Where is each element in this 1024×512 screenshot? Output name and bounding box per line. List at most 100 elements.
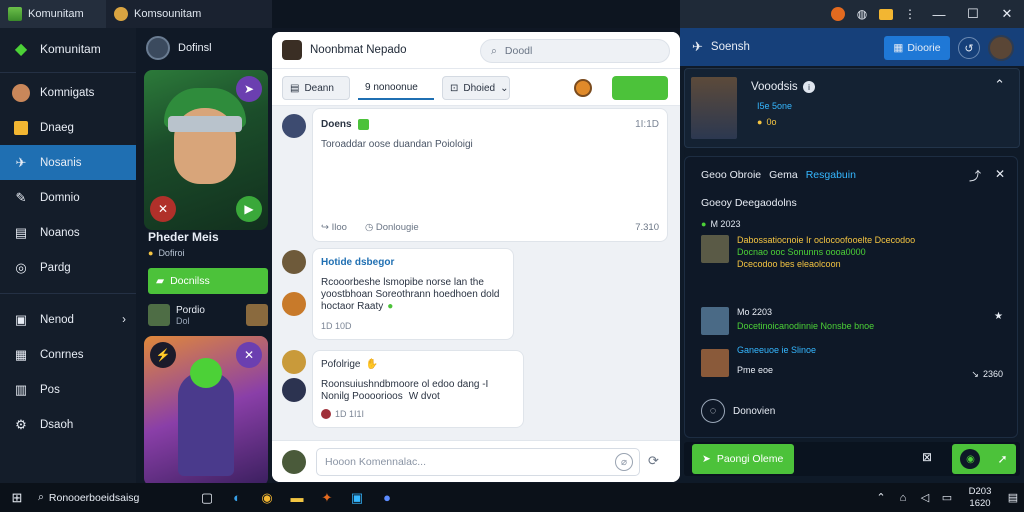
window-tab[interactable]: Komunitam <box>0 0 106 28</box>
sword-badge-icon[interactable]: ✕ <box>150 196 176 222</box>
profile-name: Vooodsis <box>751 81 798 93</box>
sidebar-brand[interactable]: ◆ Komunitam <box>0 28 136 70</box>
divider <box>0 293 136 294</box>
arrow-icon: ↘ <box>971 369 979 379</box>
shield-icon[interactable] <box>826 0 850 28</box>
detail-header-c[interactable]: Resgabuin <box>806 169 856 181</box>
detail-panel: Geoo Obroie Gema Resgabuin ⤴ ✕ Goeoy Dee… <box>684 156 1018 438</box>
feed-item[interactable]: Mo 2203 Docetinoicanodinnie Nonsbe bnoe … <box>701 307 1007 337</box>
warrior-card-image[interactable]: ⚡ ✕ <box>144 336 268 486</box>
player-row[interactable]: Pordio Dol <box>148 298 268 332</box>
more-icon[interactable]: ⋮ <box>898 0 922 28</box>
game-header[interactable]: Dofinsl <box>146 36 212 60</box>
sidebar-item-pardg[interactable]: ◎ Pardg <box>0 250 136 285</box>
close-icon[interactable]: ✕ <box>990 0 1024 28</box>
windows-start-icon[interactable]: ⊞ <box>2 483 32 512</box>
hero-sub-label: Dofiroi <box>158 248 185 258</box>
logo-icon: ◆ <box>14 41 28 58</box>
sidebar-item-nosanis[interactable]: ✈ Nosanis <box>0 145 136 180</box>
chrome-icon[interactable]: ◉ <box>252 483 282 512</box>
minimize-icon[interactable]: — <box>922 0 956 28</box>
monitor-icon: ▣ <box>14 311 28 327</box>
chevron-up-icon[interactable]: ⌃ <box>994 77 1005 93</box>
send-icon[interactable]: ➚ <box>997 452 1007 466</box>
sidebar-item-komnigats[interactable]: Komnigats <box>0 75 136 110</box>
bookmark-label: Donlougie <box>375 222 419 233</box>
sidebar-item-domnio[interactable]: ✎ Domnio <box>0 180 136 215</box>
sword-badge-icon[interactable]: ✕ <box>236 342 262 368</box>
star-icon[interactable]: ★ <box>994 311 1003 322</box>
search-input[interactable]: ⌕ Doodl <box>480 39 670 63</box>
primary-button[interactable]: ▦ Dioorie <box>884 36 950 60</box>
bookmark-button[interactable]: ◷ Donlougie <box>365 222 419 233</box>
notification-icon[interactable]: ▤ <box>1002 483 1024 512</box>
feed-item[interactable]: ◌ Donovien <box>701 397 1007 425</box>
emoji-icon: ● <box>387 301 394 312</box>
hero-card-image[interactable]: ➤ ✕ ▶ <box>144 70 268 230</box>
lightning-badge-icon[interactable]: ⚡ <box>150 342 176 368</box>
profile-card[interactable]: Vooodsis i I5e 5one ● 0o ⌃ <box>684 68 1020 148</box>
message-input[interactable]: Hooon Komennalac... ⌀ <box>316 448 640 476</box>
play-badge-icon[interactable]: ▶ <box>236 196 262 222</box>
expand-icon[interactable]: ⊠ <box>922 450 932 464</box>
green-cta-button[interactable]: ▰ Docnilss <box>148 268 268 294</box>
feed-item[interactable]: ● M 2023 Dabossatiocnoie Ir oclocoofooel… <box>701 219 1007 281</box>
chevron-right-icon: › <box>122 313 126 326</box>
green-action-button[interactable] <box>612 76 668 100</box>
refresh-icon[interactable]: ⟳ <box>648 453 659 469</box>
battery-icon[interactable]: ▭ <box>936 483 958 512</box>
chevron-up-icon[interactable]: ⌃ <box>870 483 892 512</box>
sidebar-item-conrnes[interactable]: ▦ Conrnes <box>0 337 136 372</box>
app-icon[interactable]: ● <box>372 483 402 512</box>
store-icon[interactable]: ▣ <box>342 483 372 512</box>
sidebar-item-noanos[interactable]: ▤ Noanos <box>0 215 136 250</box>
attach-icon[interactable]: ⌀ <box>615 453 633 471</box>
tab-label: 9 nonoonue <box>365 81 418 93</box>
window-tab[interactable]: Komsounitam <box>106 0 209 28</box>
avatar[interactable] <box>988 35 1014 61</box>
shop-icon <box>12 119 30 137</box>
cursor-badge-icon[interactable]: ➤ <box>236 76 262 102</box>
maximize-icon[interactable]: ☐ <box>956 0 990 28</box>
message-card: Hotide dsbegor Rcooorbeshe lsmopibe nors… <box>312 248 514 340</box>
avatar <box>282 250 306 274</box>
globe-icon[interactable]: ◍ <box>850 0 874 28</box>
sidebar-item-label: Pardg <box>40 261 71 274</box>
edge-icon[interactable]: ◐ <box>222 483 252 512</box>
pin-icon[interactable]: ⤴ <box>969 167 981 184</box>
gear-icon: ⚙ <box>15 416 27 432</box>
dropdown-label: Dhoied <box>463 82 496 94</box>
feed-line: Docnao ooc Sonunns oooa0000 <box>737 247 866 257</box>
task-view-icon[interactable]: ▢ <box>192 483 222 512</box>
close-icon[interactable]: ✕ <box>995 167 1005 181</box>
history-icon[interactable]: ↺ <box>958 37 980 59</box>
sidebar-item-nenod[interactable]: ▣ Nenod › <box>0 302 136 337</box>
volume-icon[interactable]: ◁ <box>914 483 936 512</box>
game-app-icon[interactable]: ✦ <box>312 483 342 512</box>
toolbar-button[interactable]: ▤ Deann <box>282 76 350 100</box>
file-explorer-icon[interactable]: ▬ <box>282 483 312 512</box>
sidebar-item-dsaoh[interactable]: ⚙ Dsaoh <box>0 407 136 442</box>
reply-button[interactable]: ↪ Iloo <box>321 222 347 233</box>
join-button[interactable]: ➤ Paongi Oleme <box>692 444 794 474</box>
right-panel: ✈ Soensh ▦ Dioorie ↺ Vooodsis i I5e 5one… <box>680 28 1024 483</box>
bottom-bar: ➤ Paongi Oleme ⊠ ◉ ➚ <box>684 442 1020 476</box>
tab-active[interactable]: 9 nonoonue <box>358 76 434 100</box>
avatar <box>246 304 268 326</box>
hero-helmet <box>168 116 242 132</box>
network-icon[interactable]: ⌂ <box>892 483 914 512</box>
sidebar-item-label: Komnigats <box>40 86 95 99</box>
hand-icon: ✋ <box>365 359 378 370</box>
sidebar-item-label: Noanos <box>40 226 80 239</box>
clock[interactable]: D203 1620 <box>958 486 1002 510</box>
folder-icon[interactable] <box>874 0 898 28</box>
filter-dropdown[interactable]: ⊡ Dhoied ⌄ <box>442 76 510 100</box>
feed-line: Ganeeuoe ie Slinoe <box>737 345 817 355</box>
feed-item[interactable]: Ganeeuoe ie Slinoe Pme eoe ↘ 2360 <box>701 345 1007 381</box>
taskbar-search[interactable]: ⌕ Ronooerboeidsaisg <box>32 483 192 512</box>
titlebar-gap <box>272 0 680 28</box>
sidebar-item-dnaeg[interactable]: Dnaeg <box>0 110 136 145</box>
mic-icon[interactable]: ◉ <box>960 449 981 469</box>
sidebar-item-pos[interactable]: ▥ Pos <box>0 372 136 407</box>
chevron-down-icon: ⌄ <box>500 82 509 94</box>
